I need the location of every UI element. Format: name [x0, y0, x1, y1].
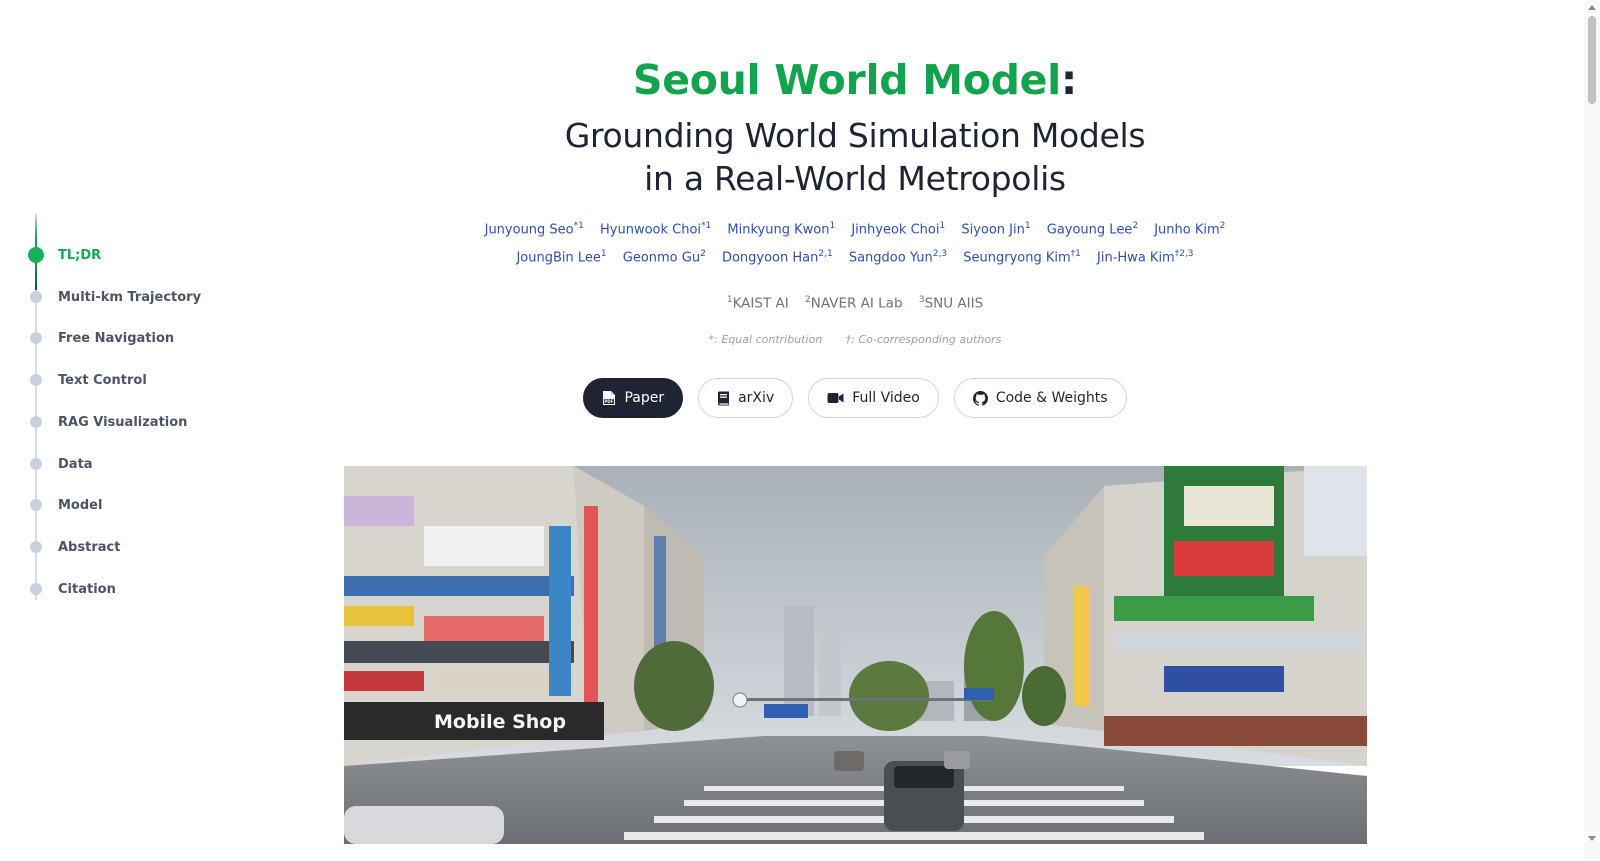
nav-item-label: Data	[58, 456, 93, 472]
author-link[interactable]: JoungBin Lee1	[516, 249, 606, 265]
corresponding-author-note: †: Co-corresponding authors	[845, 333, 1002, 346]
nav-item-data[interactable]: Data	[28, 454, 93, 474]
author-link[interactable]: Geonmo Gu2	[623, 249, 706, 265]
author-link[interactable]: Jinhyeok Choi1	[851, 221, 945, 237]
arxiv-button[interactable]: arXiv	[698, 378, 794, 418]
hero-video[interactable]: Mobile Shop	[344, 466, 1367, 844]
timeline-dot	[30, 583, 42, 595]
nav-item-model[interactable]: Model	[28, 495, 102, 515]
book-icon	[717, 391, 730, 406]
equal-contribution-note: *: Equal contribution	[708, 333, 823, 346]
timeline-dot	[30, 541, 42, 553]
nav-item-label: Abstract	[58, 539, 121, 555]
subtitle-line-1: Grounding World Simulation Models	[564, 116, 1146, 155]
timeline-dot	[30, 458, 42, 470]
vertical-scrollbar[interactable]	[1584, 0, 1600, 861]
contribution-notes: *: Equal contribution †: Co-correspondin…	[0, 333, 1600, 346]
author-link[interactable]: Junyoung Seo*1	[485, 221, 584, 237]
arxiv-button-label: arXiv	[738, 390, 775, 406]
paper-button-label: Paper	[624, 390, 665, 406]
author-link[interactable]: Hyunwook Choi*1	[600, 221, 711, 237]
author-link[interactable]: Seungryong Kim†1	[963, 249, 1081, 265]
page-title: Seoul World Model:	[0, 56, 1600, 104]
affiliation: 1KAIST AI	[726, 295, 789, 312]
street-scene-image: Mobile Shop	[344, 466, 1367, 844]
code-weights-button-label: Code & Weights	[995, 390, 1108, 406]
full-video-button-label: Full Video	[852, 390, 920, 406]
author-list-row-1: Junyoung Seo*1 Hyunwook Choi*1 Minkyung …	[0, 221, 1600, 237]
subtitle-line-2: in a Real-World Metropolis	[644, 159, 1066, 198]
author-list-row-2: JoungBin Lee1 Geonmo Gu2 Dongyoon Han2,1…	[0, 249, 1600, 265]
nav-item-abstract[interactable]: Abstract	[28, 537, 120, 557]
full-video-button[interactable]: Full Video	[808, 378, 939, 418]
scrollbar-thumb[interactable]	[1588, 16, 1596, 104]
video-camera-icon	[827, 392, 844, 404]
mobile-shop-sign: Mobile Shop	[434, 711, 566, 733]
timeline-dot	[30, 499, 42, 511]
paper-button[interactable]: PDF Paper	[583, 378, 684, 418]
author-link[interactable]: Minkyung Kwon1	[727, 221, 835, 237]
nav-item-citation[interactable]: Citation	[28, 579, 116, 599]
affiliations: 1KAIST AI 2NAVER AI Lab 3SNU AIIS	[0, 295, 1600, 312]
link-buttons: PDF Paper arXiv Full Video Code & Weight…	[0, 378, 1600, 418]
author-link[interactable]: Gayoung Lee2	[1047, 221, 1138, 237]
code-weights-button[interactable]: Code & Weights	[953, 378, 1127, 418]
author-link[interactable]: Sangdoo Yun2,3	[849, 249, 947, 265]
affiliation: 2NAVER AI Lab	[805, 295, 903, 312]
author-link[interactable]: Siyoon Jin1	[961, 221, 1030, 237]
affiliation: 3SNU AIIS	[918, 295, 984, 312]
author-link[interactable]: Dongyoon Han2,1	[722, 249, 833, 265]
pdf-icon: PDF	[602, 390, 616, 406]
github-icon	[972, 390, 988, 406]
scroll-up-arrow-icon[interactable]	[1588, 5, 1596, 10]
title-highlight: Seoul World Model	[632, 56, 1061, 104]
nav-item-label: Citation	[58, 581, 116, 597]
author-link[interactable]: Jin-Hwa Kim†2,3	[1097, 249, 1194, 265]
svg-text:PDF: PDF	[605, 399, 614, 404]
title-colon: :	[1060, 56, 1078, 104]
scroll-down-arrow-icon[interactable]	[1588, 836, 1596, 841]
author-link[interactable]: Junho Kim2	[1154, 221, 1225, 237]
nav-item-label: Model	[58, 497, 103, 513]
